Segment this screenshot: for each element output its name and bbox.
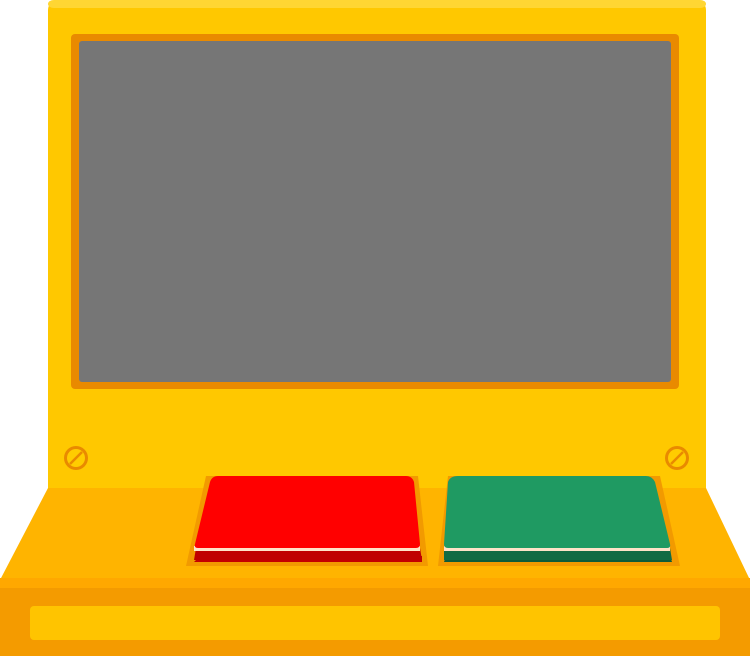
screen-display (79, 41, 671, 382)
screw-left-icon (64, 446, 88, 470)
green-button[interactable] (444, 476, 672, 562)
coin-slot-strip (30, 606, 720, 640)
red-button[interactable] (194, 476, 422, 562)
screen (71, 34, 679, 389)
screw-right-icon (665, 446, 689, 470)
arcade-cabinet (0, 0, 750, 656)
cabinet-graphic (0, 0, 750, 656)
